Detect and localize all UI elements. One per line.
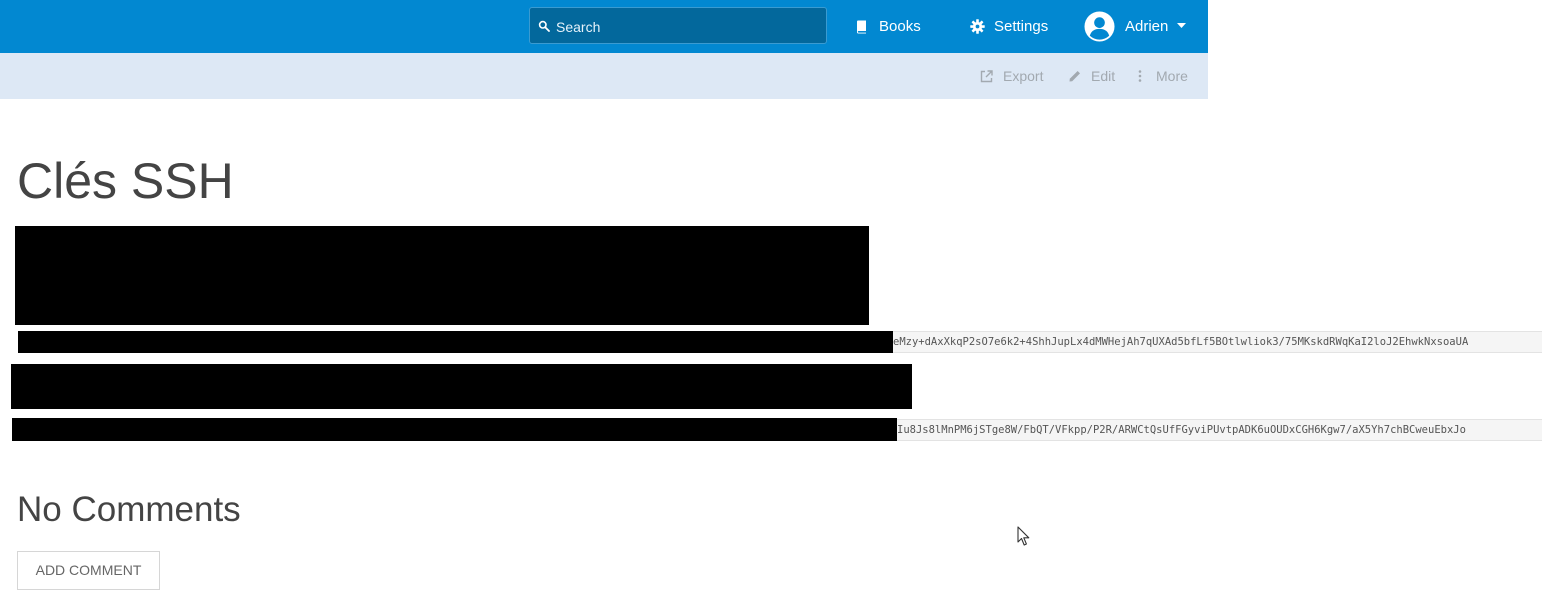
search-input[interactable] [554,8,826,45]
redacted-block [15,226,869,325]
ssh-key-text: Iu8Js8lMnPM6jSTge8W/FbQT/VFkpp/P2R/ARWCt… [897,424,1466,436]
export-button[interactable]: Export [980,53,1043,99]
mouse-cursor-icon [1017,526,1030,546]
caret-down-icon [1177,22,1187,28]
more-label: More [1156,68,1188,84]
redacted-block [18,331,893,353]
books-label: Books [879,18,921,35]
books-link[interactable]: Books [856,0,921,53]
page-toolbar: Export Edit More [0,53,1208,99]
edit-label: Edit [1091,68,1116,84]
page: Books Settings [0,0,1542,598]
user-name: Adrien [1125,18,1169,35]
page-title: Clés SSH [17,153,234,209]
ssh-key-text: eMzy+dAxXkqP2sO7e6k2+4ShhJupLx4dMWHejAh7… [893,336,1469,348]
add-comment-button[interactable]: ADD COMMENT [17,551,160,590]
code-line: eMzy+dAxXkqP2sO7e6k2+4ShhJupLx4dMWHejAh7… [893,331,1542,353]
book-icon [857,20,866,33]
more-vertical-icon [1138,70,1142,82]
search-icon [538,20,550,32]
search-box[interactable] [529,7,827,45]
redacted-block [11,364,912,409]
export-icon [980,69,993,82]
user-menu[interactable]: Adrien [1084,0,1187,53]
comments-title: No Comments [17,490,241,529]
pencil-icon [1069,71,1080,82]
top-header: Books Settings [0,0,1208,53]
settings-link[interactable]: Settings [970,0,1048,53]
more-button[interactable]: More [1138,53,1188,99]
gear-icon [970,19,985,34]
redacted-block [12,418,897,441]
edit-button[interactable]: Edit [1069,53,1115,99]
settings-label: Settings [994,18,1049,35]
avatar-icon [1084,11,1115,42]
export-label: Export [1003,68,1044,84]
code-line: Iu8Js8lMnPM6jSTge8W/FbQT/VFkpp/P2R/ARWCt… [897,419,1542,441]
